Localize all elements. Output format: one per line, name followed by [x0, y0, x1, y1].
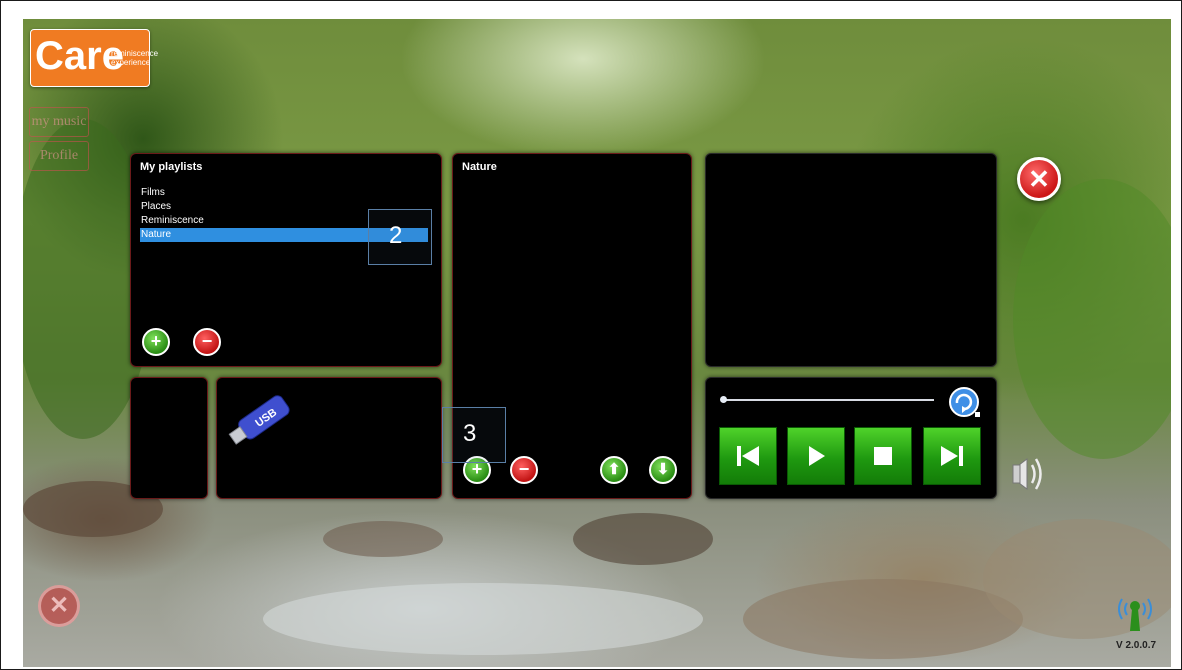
annotation-label-2: 2 — [389, 222, 403, 249]
minus-icon: − — [201, 331, 213, 351]
usb-drive-icon[interactable]: USB — [225, 384, 305, 454]
stop-icon — [874, 447, 892, 465]
video-preview-panel — [705, 153, 997, 367]
stop-button[interactable] — [854, 427, 912, 485]
annotation-label-3: 3 — [463, 420, 477, 447]
play-icon — [809, 446, 825, 466]
seek-knob[interactable] — [720, 396, 727, 403]
repeat-icon[interactable] — [948, 386, 982, 420]
add-playlist-button[interactable]: + — [142, 328, 170, 356]
remove-track-button[interactable]: − — [510, 456, 538, 484]
skip-forward-button[interactable] — [923, 427, 981, 485]
move-down-button[interactable]: ⬇ — [649, 456, 677, 484]
skip-back-icon — [737, 446, 759, 466]
playlists-title: My playlists — [140, 161, 203, 173]
profile-button[interactable]: Profile — [29, 141, 89, 171]
logo-tagline: reminiscence experience — [111, 49, 159, 67]
player-controls-panel — [705, 377, 997, 499]
remove-playlist-button[interactable]: − — [193, 328, 221, 356]
plus-icon: + — [150, 331, 162, 351]
annotation-box-3: 3 — [442, 407, 506, 463]
exit-button[interactable]: ✕ — [38, 585, 80, 627]
usb-source-panel: USB — [216, 377, 442, 499]
move-up-button[interactable]: ⬆ — [600, 456, 628, 484]
close-icon: ✕ — [48, 592, 70, 619]
minus-icon: − — [518, 459, 530, 479]
seek-bar[interactable] — [720, 396, 934, 403]
skip-forward-icon — [941, 446, 963, 466]
window-frame: Care reminiscence experience my music Pr… — [0, 0, 1182, 670]
close-icon: ✕ — [1028, 164, 1050, 194]
annotation-box-2: 2 — [368, 209, 432, 265]
volume-icon[interactable] — [1009, 447, 1045, 501]
arrow-down-icon: ⬇ — [656, 461, 670, 478]
playlist-contents-title: Nature — [462, 161, 497, 173]
signal-icon — [1118, 598, 1152, 631]
arrow-up-icon: ⬆ — [607, 461, 621, 478]
skip-back-button[interactable] — [719, 427, 777, 485]
playlist-item-films[interactable]: Films — [140, 186, 428, 200]
version-label: V 2.0.0.7 — [1116, 640, 1157, 651]
care-logo: Care reminiscence experience — [30, 29, 159, 87]
play-button[interactable] — [787, 427, 845, 485]
my-music-button[interactable]: my music — [29, 107, 89, 137]
thumbnail-panel — [130, 377, 208, 499]
close-button[interactable]: ✕ — [1017, 157, 1061, 201]
